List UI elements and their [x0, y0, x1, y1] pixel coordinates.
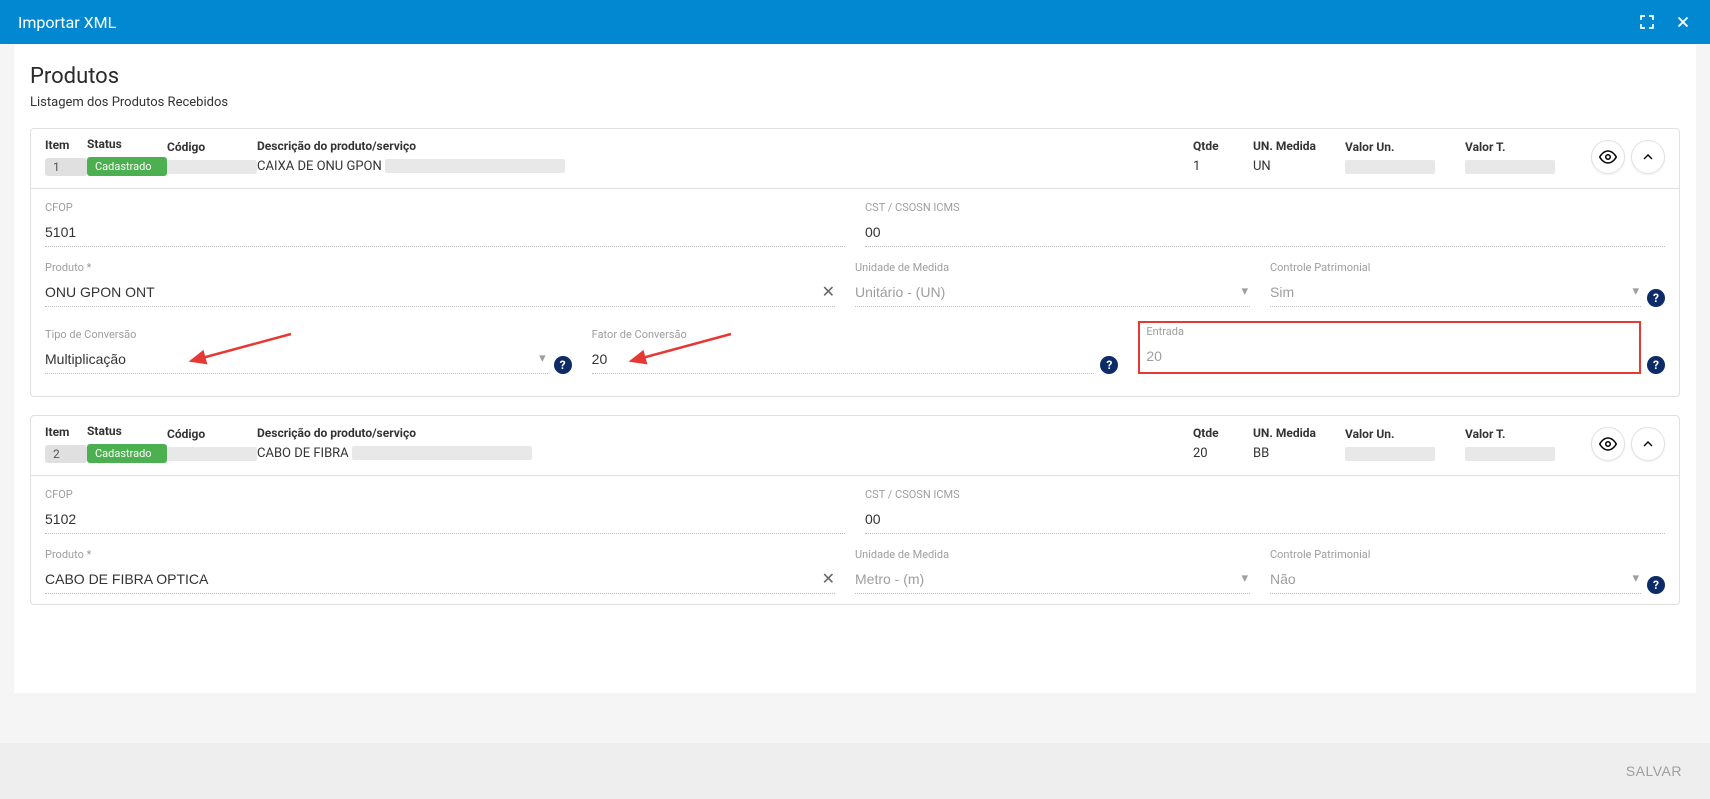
col-header-qtde: Qtde [1193, 426, 1253, 440]
qtde-value: 1 [1193, 159, 1253, 174]
descricao-value: CABO DE FIBRA [257, 446, 1193, 461]
status-badge: Cadastrado [87, 157, 167, 176]
fator-conv-label: Fator de Conversão [592, 328, 1095, 341]
product-card: Item 2 Status Cadastrado Código Descriçã… [30, 415, 1680, 605]
eye-icon [1599, 148, 1617, 166]
close-icon[interactable] [1674, 13, 1692, 31]
collapse-button[interactable] [1631, 140, 1665, 174]
fullscreen-toggle-icon[interactable] [1638, 13, 1656, 31]
main-content: Produtos Listagem dos Produtos Recebidos… [14, 44, 1696, 693]
cfop-input[interactable] [45, 218, 845, 247]
entrada-input[interactable] [1146, 342, 1633, 370]
clear-icon[interactable]: ✕ [822, 569, 835, 588]
cfop-input[interactable] [45, 505, 845, 534]
header-actions [1638, 13, 1692, 31]
col-header-vt: Valor T. [1465, 140, 1585, 154]
col-header-qtde: Qtde [1193, 139, 1253, 153]
modal-title: Importar XML [18, 13, 116, 32]
eye-icon [1599, 435, 1617, 453]
footer-bar: SALVAR [0, 743, 1710, 799]
product-summary-row: Item 2 Status Cadastrado Código Descriçã… [31, 416, 1679, 476]
product-detail-body: CFOP CST / CSOSN ICMS Produto * ✕ Unidad… [31, 189, 1679, 396]
save-button[interactable]: SALVAR [1626, 763, 1682, 779]
col-header-status: Status [87, 424, 167, 438]
section-title: Produtos [30, 64, 1680, 89]
valor-un-value [1345, 160, 1435, 174]
col-header-desc: Descrição do produto/serviço [257, 139, 1193, 153]
cst-input[interactable] [865, 505, 1665, 534]
controle-label: Controle Patrimonial [1270, 548, 1641, 561]
produto-input[interactable] [45, 278, 835, 307]
un-medida-value: BB [1253, 446, 1345, 461]
product-card: Item 1 Status Cadastrado Código Descriçã… [30, 128, 1680, 397]
cst-input[interactable] [865, 218, 1665, 247]
codigo-value [167, 160, 257, 174]
unidade-label: Unidade de Medida [855, 261, 1250, 274]
help-icon[interactable]: ? [1647, 289, 1665, 307]
view-button[interactable] [1591, 140, 1625, 174]
item-number-badge: 2 [45, 445, 87, 463]
col-header-vt: Valor T. [1465, 427, 1585, 441]
item-number-badge: 1 [45, 158, 87, 176]
col-header-item: Item [45, 425, 87, 439]
help-icon[interactable]: ? [1647, 576, 1665, 594]
help-icon[interactable]: ? [1647, 356, 1665, 374]
product-detail-body: CFOP CST / CSOSN ICMS Produto * ✕ Unidad… [31, 476, 1679, 604]
tipo-conv-select[interactable] [45, 345, 548, 374]
cst-label: CST / CSOSN ICMS [865, 201, 1665, 214]
unidade-select[interactable] [855, 278, 1250, 307]
help-icon[interactable]: ? [1100, 356, 1118, 374]
col-header-vun: Valor Un. [1345, 140, 1465, 154]
valor-un-value [1345, 447, 1435, 461]
cfop-label: CFOP [45, 201, 845, 214]
descricao-value: CAIXA DE ONU GPON [257, 159, 1193, 174]
col-header-un: UN. Medida [1253, 426, 1345, 440]
un-medida-value: UN [1253, 159, 1345, 174]
section-subtitle: Listagem dos Produtos Recebidos [30, 95, 1680, 110]
fator-conv-input[interactable] [592, 345, 1095, 374]
valor-t-value [1465, 447, 1555, 461]
produto-input[interactable] [45, 565, 835, 594]
col-header-vun: Valor Un. [1345, 427, 1465, 441]
codigo-value [167, 447, 257, 461]
unidade-select[interactable] [855, 565, 1250, 594]
status-badge: Cadastrado [87, 444, 167, 463]
collapse-button[interactable] [1631, 427, 1665, 461]
col-header-item: Item [45, 138, 87, 152]
product-summary-row: Item 1 Status Cadastrado Código Descriçã… [31, 129, 1679, 189]
tipo-conv-label: Tipo de Conversão [45, 328, 548, 341]
chevron-up-icon [1640, 436, 1656, 452]
controle-select[interactable] [1270, 278, 1641, 307]
unidade-label: Unidade de Medida [855, 548, 1250, 561]
cst-label: CST / CSOSN ICMS [865, 488, 1665, 501]
col-header-un: UN. Medida [1253, 139, 1345, 153]
col-header-desc: Descrição do produto/serviço [257, 426, 1193, 440]
controle-select[interactable] [1270, 565, 1641, 594]
view-button[interactable] [1591, 427, 1625, 461]
cfop-label: CFOP [45, 488, 845, 501]
produto-label: Produto * [45, 548, 835, 561]
col-header-codigo: Código [167, 140, 257, 154]
modal-header: Importar XML [0, 0, 1710, 44]
col-header-codigo: Código [167, 427, 257, 441]
help-icon[interactable]: ? [554, 356, 572, 374]
controle-label: Controle Patrimonial [1270, 261, 1641, 274]
chevron-up-icon [1640, 149, 1656, 165]
produto-label: Produto * [45, 261, 835, 274]
col-header-status: Status [87, 137, 167, 151]
entrada-label: Entrada [1146, 325, 1633, 338]
clear-icon[interactable]: ✕ [822, 282, 835, 301]
valor-t-value [1465, 160, 1555, 174]
qtde-value: 20 [1193, 446, 1253, 461]
